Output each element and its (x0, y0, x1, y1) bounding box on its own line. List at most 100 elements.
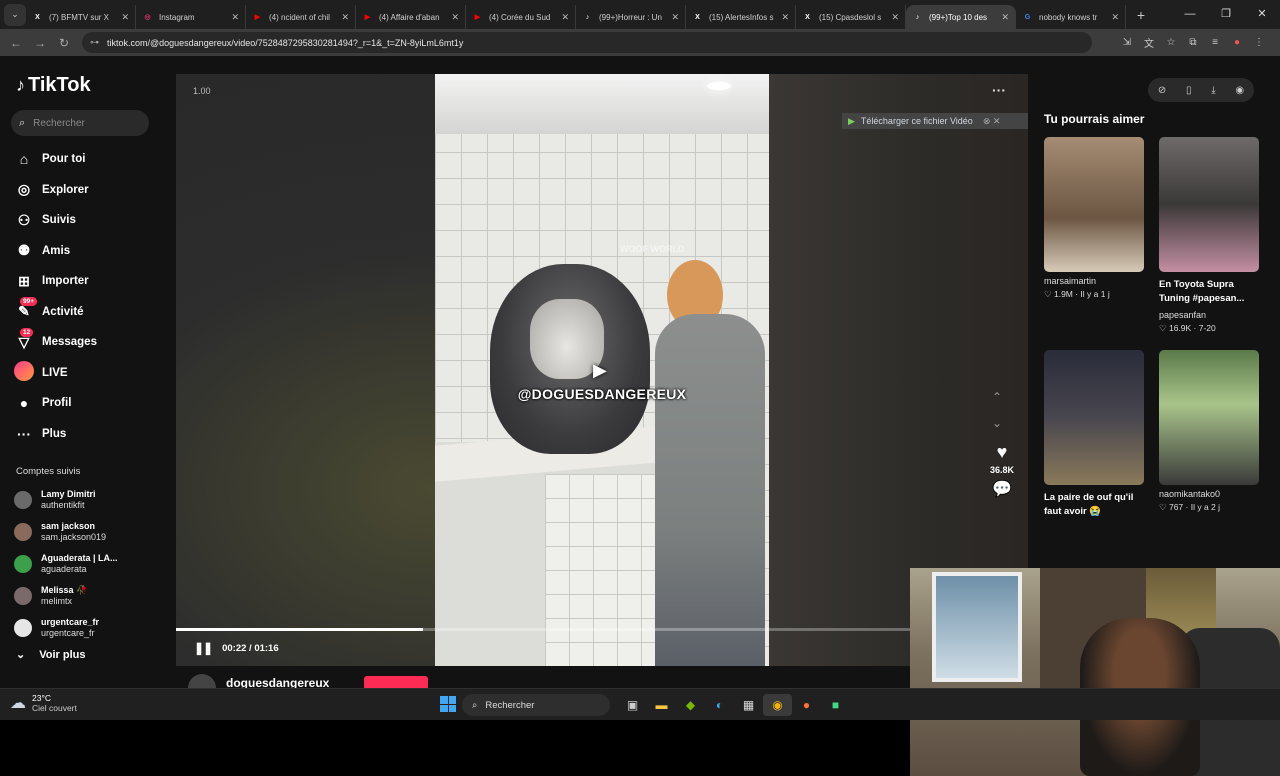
chrome-icon[interactable]: ◉ (763, 694, 792, 716)
forward-button[interactable]: → (28, 36, 52, 50)
browser-tab[interactable]: X (15) Cpasdeslol s ✕ (796, 5, 906, 29)
browser-tab[interactable]: ▶ (4) ncident of chil ✕ (246, 5, 356, 29)
browser-tab[interactable]: X (7) BFMTV sur X ✕ (26, 5, 136, 29)
recommended-video-card[interactable]: La paire de ouf qu'il faut avoir 😭 (1044, 350, 1144, 519)
site-info-icon[interactable]: ⊶ (90, 37, 99, 48)
followed-account[interactable]: urgentcare_fr urgentcare_fr (14, 612, 164, 644)
close-icon[interactable]: ⊗ ✕ (983, 116, 1001, 127)
browser-tab[interactable]: ▶ (4) Affaire d'aban ✕ (356, 5, 466, 29)
playback-speed[interactable]: 1.00 (193, 86, 211, 96)
coins-icon[interactable]: ⊘ (1158, 85, 1166, 96)
store-icon[interactable]: ▦ (734, 694, 763, 716)
weather-widget[interactable]: ☁ 23°C Ciel couvert (10, 693, 77, 713)
close-tab-icon[interactable]: ✕ (781, 12, 789, 23)
sidebar-item-importer[interactable]: ⊞ Importer (14, 266, 164, 297)
groomer (655, 314, 765, 666)
video-player[interactable]: 1.00 WOOF WORLD ▶ @DOGUESDANGEREUX ··· ⌃… (176, 74, 1028, 666)
browser-tab[interactable]: ▶ (4) Corée du Sud ✕ (466, 5, 576, 29)
edge-icon[interactable]: ◐ (705, 694, 734, 716)
recommended-video-card[interactable]: En Toyota Supra Tuning #papesan... papesa… (1159, 137, 1259, 334)
translate-icon[interactable]: 文 (1138, 35, 1160, 50)
browser-tab[interactable]: ♪ (99+)Top 10 des ✕ (906, 5, 1016, 29)
previous-video-icon[interactable]: ⌃ (992, 384, 1002, 410)
bookmark-star-icon[interactable]: ☆ (1160, 37, 1182, 48)
followed-account[interactable]: sam jackson sam.jackson019 (14, 516, 164, 548)
close-tab-icon[interactable]: ✕ (451, 12, 459, 23)
profile-avatar-icon[interactable]: ● (1226, 37, 1248, 48)
close-icon[interactable]: ✕ (1244, 0, 1280, 29)
sidebar-item-amis[interactable]: ⚉ Amis (14, 236, 164, 267)
taskbar-search[interactable]: ⌕ Rechercher (462, 694, 610, 716)
browser-tab[interactable]: ♪ (99+)Horreur : Un ✕ (576, 5, 686, 29)
sidebar-item-plus[interactable]: ··· Plus (14, 419, 164, 450)
followed-account[interactable]: Melissa 🥀 melimtx (14, 580, 164, 612)
like-heart-icon[interactable]: ♥ (984, 442, 1020, 463)
sidebar-item-profil[interactable]: ● Profil (14, 388, 164, 419)
video-thumbnail[interactable] (1159, 350, 1259, 485)
sidebar-item-label: Pour toi (42, 153, 86, 166)
comment-icon[interactable]: 💬 (984, 479, 1020, 499)
close-tab-icon[interactable]: ✕ (891, 12, 899, 23)
pause-icon[interactable]: ❚❚ (194, 641, 213, 655)
close-tab-icon[interactable]: ✕ (341, 12, 349, 23)
extensions-icon[interactable]: ⧉ (1182, 37, 1204, 48)
minimize-icon[interactable]: — (1172, 0, 1208, 29)
media-controls-icon[interactable]: ≡ (1204, 37, 1226, 48)
recommended-video-card[interactable]: naomikantako0 ♡ 767 · Il y a 2 j (1159, 350, 1259, 513)
video-author[interactable]: marsaimartin (1044, 276, 1144, 286)
live-icon (14, 361, 34, 384)
search-input[interactable]: ⌕ Rechercher (11, 110, 149, 136)
tiktok-logo[interactable]: ♪ TikTok (16, 74, 91, 97)
video-thumbnail[interactable] (1159, 137, 1259, 272)
browser-menu-icon[interactable]: ⋮ (1248, 37, 1270, 48)
video-author[interactable]: naomikantako0 (1159, 489, 1259, 499)
sidebar-item-explorer[interactable]: ◎ Explorer (14, 175, 164, 206)
next-video-icon[interactable]: ⌄ (992, 410, 1002, 436)
address-bar[interactable]: ⊶ tiktok.com/@doguesdangereux/video/7528… (82, 32, 1092, 53)
file-explorer-icon[interactable]: ▬ (647, 694, 676, 716)
video-frame[interactable]: WOOF WORLD ▶ @DOGUESDANGEREUX (435, 74, 769, 666)
browser-tab[interactable]: Gnobody knows tr ✕ (1016, 5, 1126, 29)
recommended-video-card[interactable]: marsaimartin ♡ 1.9M · Il y a 1 j (1044, 137, 1144, 300)
download-video-banner[interactable]: ▶ Télécharger ce fichier Vidéo ⊗ ✕ (842, 113, 1028, 129)
windows-start-icon[interactable] (440, 696, 456, 712)
sidebar-item-pour-toi[interactable]: ⌂ Pour toi (14, 144, 164, 175)
compass-icon: ◎ (17, 181, 31, 198)
close-tab-icon[interactable]: ✕ (121, 12, 129, 23)
install-app-icon[interactable]: ⇲ (1116, 37, 1138, 48)
video-thumbnail[interactable] (1044, 137, 1144, 272)
video-author[interactable]: papesanfan (1159, 310, 1259, 320)
progress-bar[interactable] (176, 628, 1028, 631)
sidebar-item-suivis[interactable]: ⚇ Suivis (14, 205, 164, 236)
nvidia-icon[interactable]: ◆ (676, 694, 705, 716)
firefox-icon[interactable]: ● (792, 694, 821, 716)
new-tab-button[interactable]: + (1130, 7, 1152, 23)
author-bar: doguesdangereux (176, 670, 906, 702)
video-thumbnail[interactable] (1044, 350, 1144, 485)
close-tab-icon[interactable]: ✕ (231, 12, 239, 23)
sidebar-item-activit-[interactable]: ✎ 99+ Activité (14, 297, 164, 328)
app-icon[interactable]: ■ (821, 694, 850, 716)
close-tab-icon[interactable]: ✕ (1001, 12, 1009, 23)
back-button[interactable]: ← (4, 36, 28, 50)
reload-button[interactable]: ↻ (52, 36, 76, 50)
see-more-button[interactable]: ⌄ Voir plus (16, 648, 85, 662)
more-options-icon[interactable]: ··· (992, 82, 1006, 98)
avatar[interactable]: ◉ (1235, 85, 1244, 96)
browser-tab[interactable]: X (15) AlertesInfos s ✕ (686, 5, 796, 29)
restore-icon[interactable]: ❐ (1208, 0, 1244, 29)
download-icon[interactable]: ⤓ (1211, 85, 1215, 96)
upload-icon: ⊞ (18, 272, 30, 289)
play-icon[interactable]: ▶ (593, 360, 607, 381)
close-tab-icon[interactable]: ✕ (561, 12, 569, 23)
device-icon[interactable]: ▯ (1186, 85, 1192, 96)
followed-account[interactable]: Lamy Dimitri authentikfit (14, 484, 164, 516)
browser-tab[interactable]: ◎ Instagram ✕ (136, 5, 246, 29)
sidebar-item-live[interactable]: LIVE (14, 358, 164, 389)
sidebar-item-messages[interactable]: ▽ 12 Messages (14, 327, 164, 358)
close-tab-icon[interactable]: ✕ (671, 12, 679, 23)
followed-account[interactable]: Aguaderata | LA... aguaderata (14, 548, 164, 580)
close-tab-icon[interactable]: ✕ (1111, 12, 1119, 23)
task-view-icon[interactable]: ▣ (618, 694, 647, 716)
tab-search-button[interactable]: ⌄ (4, 3, 26, 26)
